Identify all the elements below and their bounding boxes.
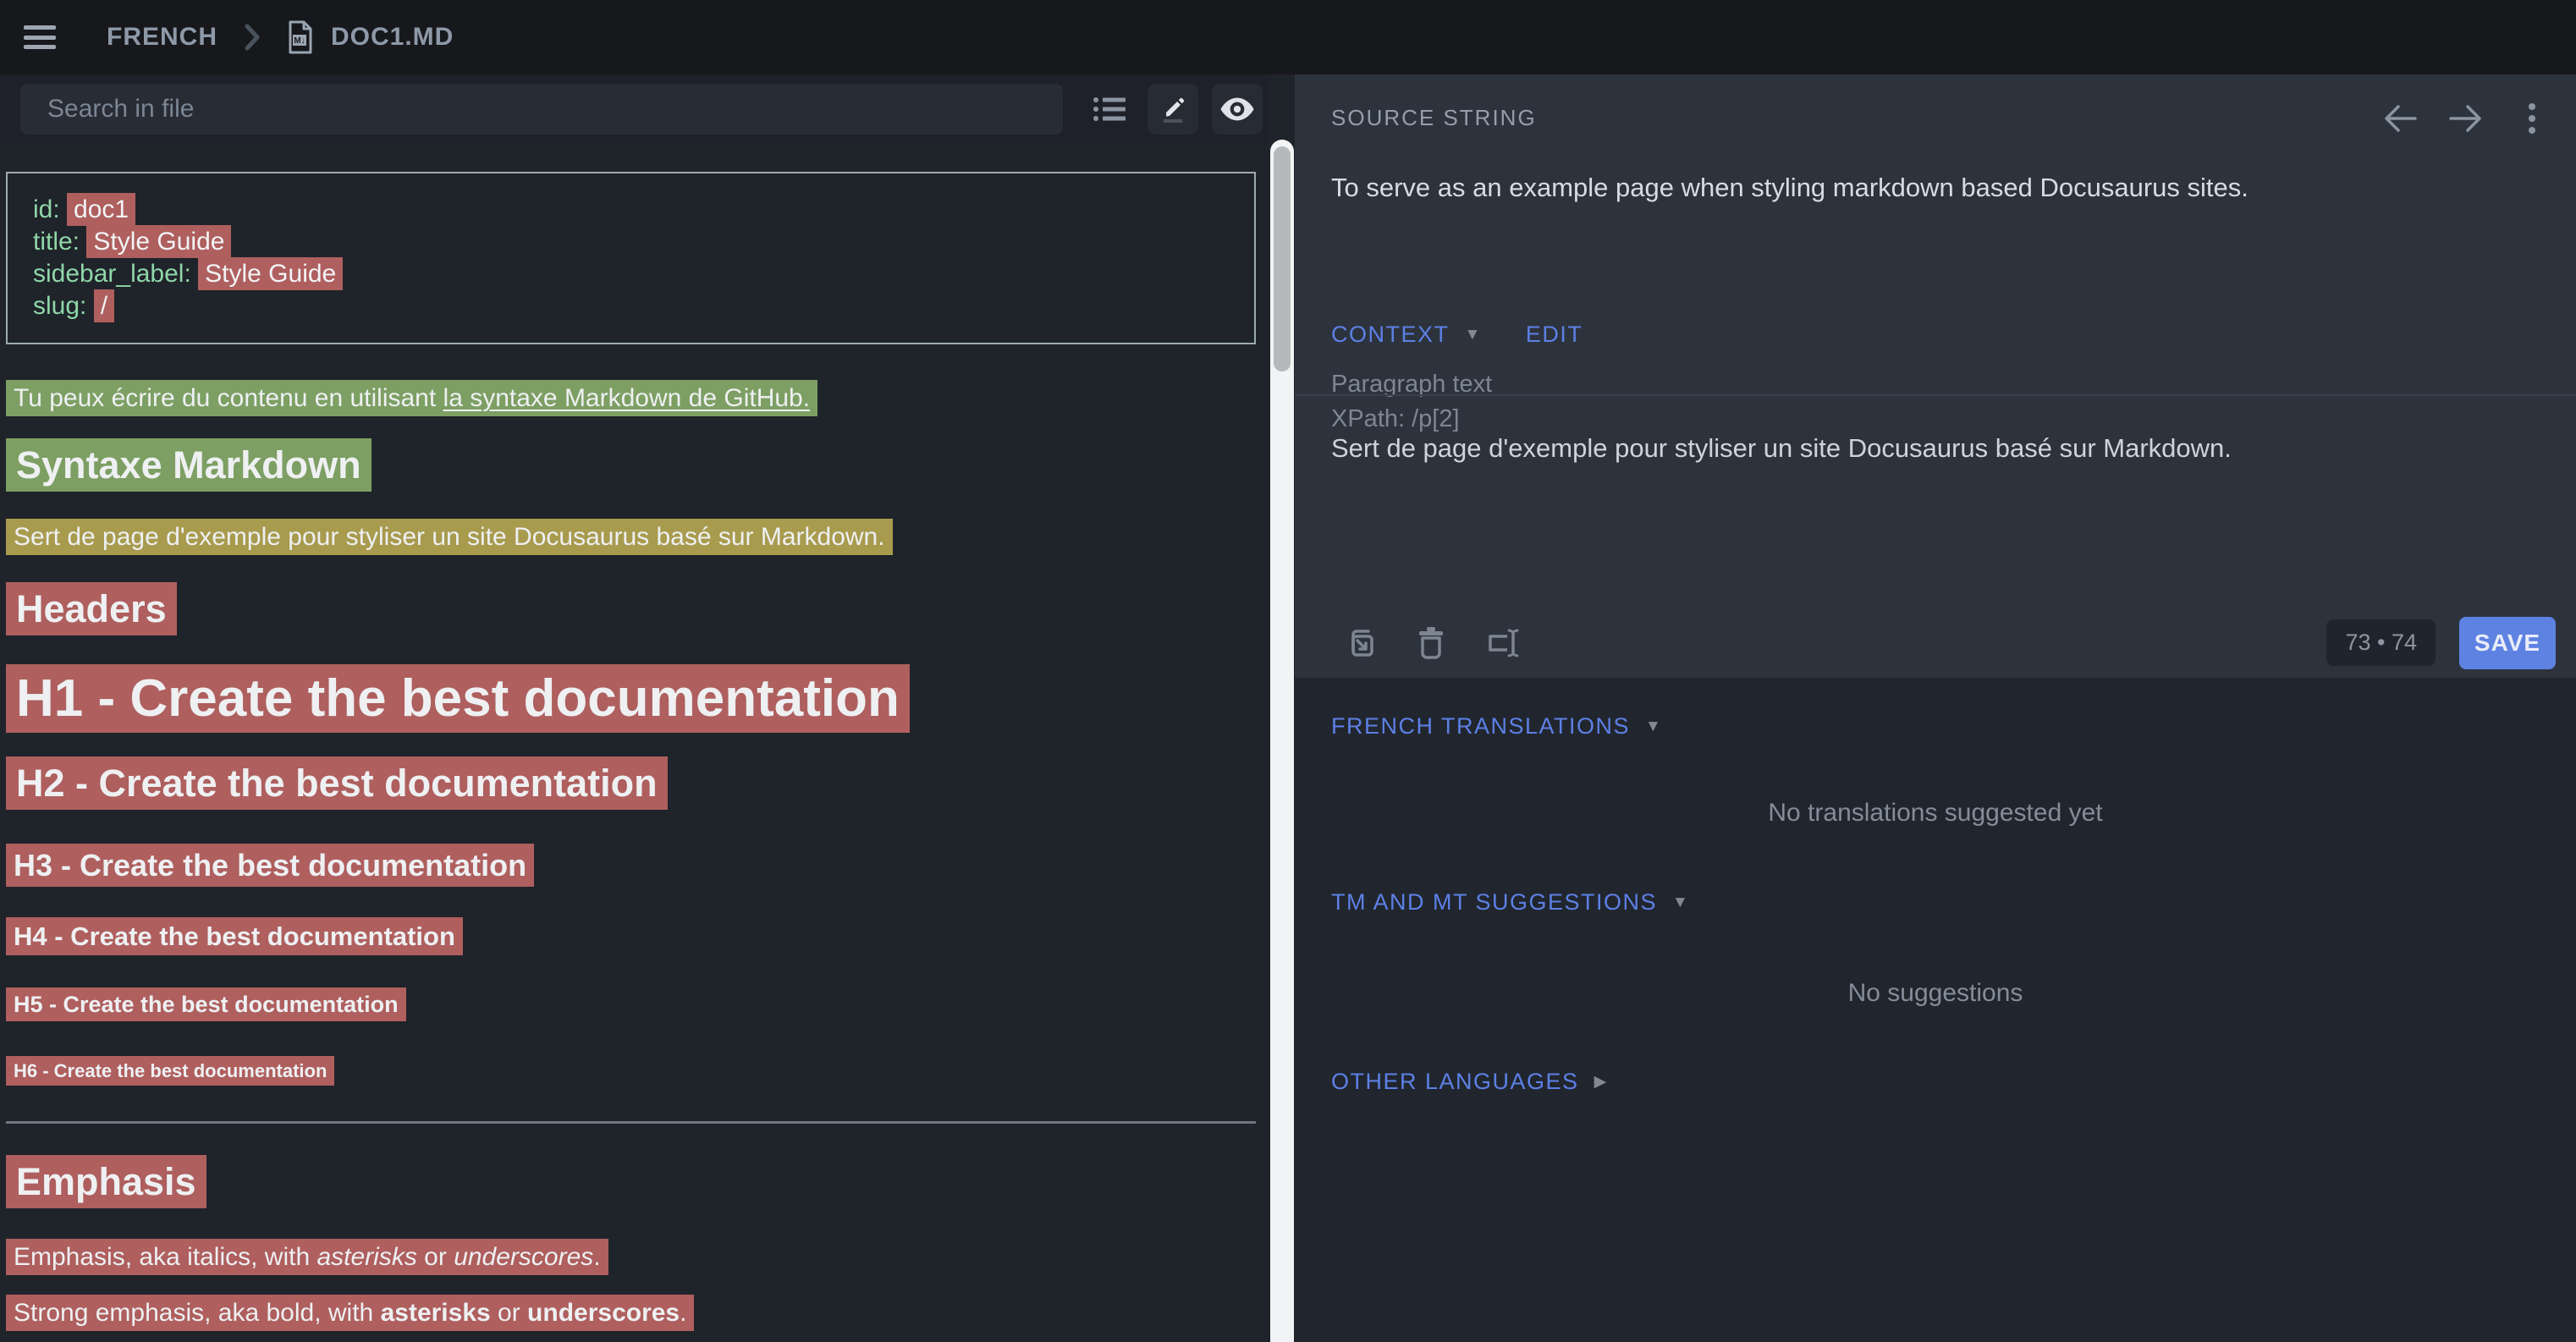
breadcrumb-project[interactable]: FRENCH bbox=[107, 23, 217, 52]
paragraph-string: Tu peux écrire du contenu en utilisant l… bbox=[6, 383, 1256, 414]
frontmatter-value-string[interactable]: Style Guide bbox=[86, 225, 231, 258]
frontmatter-value-string[interactable]: Style Guide bbox=[198, 257, 343, 290]
frontmatter-row: title: Style Guide bbox=[33, 226, 1254, 258]
pencil-icon bbox=[1157, 93, 1189, 125]
kebab-menu-icon bbox=[2528, 102, 2536, 135]
edit-mode-button[interactable] bbox=[1148, 84, 1198, 135]
paragraph-string: Strong emphasis, aka bold, with asterisk… bbox=[6, 1298, 1256, 1328]
document-scrollbar-thumb[interactable] bbox=[1274, 146, 1291, 371]
heading-h2-sample: H2 - Create the best documentation bbox=[6, 761, 1256, 806]
heading-h3-sample: H3 - Create the best documentation bbox=[6, 847, 1256, 883]
document-panel: id: doc1 title: Style Guide sidebar_labe… bbox=[0, 74, 1269, 1342]
text-cursor-icon bbox=[1485, 626, 1522, 660]
breadcrumb-file: DOC1.MD bbox=[331, 23, 454, 52]
frontmatter-value-string[interactable]: / bbox=[94, 289, 114, 322]
editor-toolbar: 73 • 74 SAVE bbox=[1295, 608, 2576, 678]
translatable-string[interactable]: Emphasis bbox=[6, 1155, 206, 1208]
search-input[interactable] bbox=[20, 84, 1063, 135]
previous-string-button[interactable] bbox=[2378, 96, 2422, 140]
github-markdown-link[interactable]: la syntaxe Markdown de GitHub. bbox=[443, 384, 811, 412]
translation-panel: SOURCE STRING To serve as an example pag… bbox=[1295, 74, 2576, 1342]
copy-source-button[interactable] bbox=[1343, 626, 1377, 660]
heading-syntaxe-markdown: Syntaxe Markdown bbox=[6, 443, 1256, 488]
context-info: Paragraph text XPath: /p[2] bbox=[1331, 367, 1492, 437]
translatable-string[interactable]: H2 - Create the best documentation bbox=[6, 756, 668, 810]
svg-text:M↓: M↓ bbox=[294, 36, 305, 46]
document-scrollbar-track[interactable] bbox=[1270, 140, 1294, 1342]
source-string-label: SOURCE STRING bbox=[1331, 105, 1537, 131]
selected-paragraph-string: Sert de page d'exemple pour styliser un … bbox=[6, 522, 1256, 553]
translatable-string[interactable]: H3 - Create the best documentation bbox=[6, 844, 534, 887]
frontmatter-row: id: doc1 bbox=[33, 194, 1254, 226]
insert-placeholder-button[interactable] bbox=[1485, 626, 1522, 660]
copy-source-icon bbox=[1343, 626, 1377, 660]
next-string-button[interactable] bbox=[2444, 96, 2488, 140]
top-bar: FRENCH M↓ DOC1.MD bbox=[0, 0, 2576, 74]
context-type: Paragraph text bbox=[1331, 367, 1492, 402]
search-toolbar bbox=[0, 74, 1269, 144]
arrow-left-icon bbox=[2381, 102, 2419, 135]
delete-translation-button[interactable] bbox=[1416, 626, 1446, 660]
translatable-string[interactable]: Headers bbox=[6, 582, 177, 635]
frontmatter-key: slug: bbox=[33, 292, 86, 320]
markdown-file-icon: M↓ bbox=[287, 20, 314, 54]
hamburger-menu-icon[interactable] bbox=[24, 25, 56, 49]
eye-icon bbox=[1220, 96, 1254, 122]
frontmatter-value-string[interactable]: doc1 bbox=[67, 193, 135, 226]
section-french-translations[interactable]: FRENCH TRANSLATIONS ▼ bbox=[1331, 713, 1662, 740]
translatable-string[interactable]: Syntaxe Markdown bbox=[6, 438, 372, 492]
translatable-string[interactable]: H5 - Create the best documentation bbox=[6, 987, 406, 1021]
translatable-string[interactable]: H4 - Create the best documentation bbox=[6, 917, 463, 955]
string-editor-card: SOURCE STRING To serve as an example pag… bbox=[1295, 74, 2576, 678]
markdown-document: id: doc1 title: Style Guide sidebar_labe… bbox=[0, 144, 1269, 1342]
selected-string-highlight[interactable]: Sert de page d'exemple pour styliser un … bbox=[6, 519, 893, 555]
paragraph-string: Emphasis, aka italics, with asterisks or… bbox=[6, 1242, 1256, 1273]
translatable-string[interactable]: H6 - Create the best documentation bbox=[6, 1056, 334, 1086]
edit-context-button[interactable]: EDIT bbox=[1526, 322, 1583, 348]
save-button[interactable]: SAVE bbox=[2459, 617, 2556, 669]
horizontal-rule bbox=[6, 1121, 1256, 1124]
more-options-button[interactable] bbox=[2510, 96, 2554, 140]
translation-input[interactable]: Sert de page d'exemple pour styliser un … bbox=[1331, 433, 2540, 586]
source-string-text: To serve as an example page when styling… bbox=[1331, 173, 2540, 203]
context-xpath: XPath: /p[2] bbox=[1331, 402, 1492, 437]
frontmatter-key: id: bbox=[33, 195, 60, 223]
section-tm-mt-suggestions[interactable]: TM AND MT SUGGESTIONS ▼ bbox=[1331, 889, 1689, 916]
string-navigation bbox=[2378, 96, 2554, 140]
heading-h5-sample: H5 - Create the best documentation bbox=[6, 991, 1256, 1018]
frontmatter-key: title: bbox=[33, 228, 80, 256]
heading-h6-sample: H6 - Create the best documentation bbox=[6, 1060, 1256, 1082]
frontmatter-row: sidebar_label: Style Guide bbox=[33, 258, 1254, 290]
heading-h4-sample: H4 - Create the best documentation bbox=[6, 921, 1256, 952]
list-icon bbox=[1093, 96, 1126, 123]
translatable-string[interactable]: H1 - Create the best documentation bbox=[6, 664, 910, 733]
translatable-string[interactable]: Emphasis, aka italics, with asterisks or… bbox=[6, 1239, 608, 1275]
frontmatter-block: id: doc1 title: Style Guide sidebar_labe… bbox=[6, 172, 1256, 344]
heading-emphasis: Emphasis bbox=[6, 1159, 1256, 1205]
chevron-right-icon bbox=[243, 23, 261, 52]
list-view-button[interactable] bbox=[1085, 85, 1134, 134]
chevron-down-icon: ▼ bbox=[1645, 718, 1662, 736]
suggestions-area: FRENCH TRANSLATIONS ▼ No translations su… bbox=[1295, 678, 2576, 1342]
section-other-languages[interactable]: OTHER LANGUAGES ▶ bbox=[1331, 1069, 1608, 1095]
chevron-right-icon: ▶ bbox=[1594, 1072, 1608, 1092]
preview-mode-button[interactable] bbox=[1212, 84, 1263, 135]
frontmatter-key: sidebar_label: bbox=[33, 260, 191, 288]
frontmatter-row: slug: / bbox=[33, 290, 1254, 322]
translatable-string[interactable]: Tu peux écrire du contenu en utilisant l… bbox=[6, 380, 817, 416]
heading-headers: Headers bbox=[6, 586, 1256, 632]
chevron-down-icon: ▼ bbox=[1672, 894, 1689, 912]
heading-h1-sample: H1 - Create the best documentation bbox=[6, 668, 1256, 730]
context-toggle[interactable]: CONTEXT ▼ bbox=[1331, 322, 1482, 348]
editor-divider bbox=[1295, 394, 2576, 396]
trash-icon bbox=[1416, 626, 1446, 660]
chevron-down-icon: ▼ bbox=[1465, 326, 1482, 344]
arrow-right-icon bbox=[2447, 102, 2485, 135]
translatable-string[interactable]: Strong emphasis, aka bold, with asterisk… bbox=[6, 1295, 694, 1331]
tm-empty-state: No suggestions bbox=[1295, 979, 2576, 1008]
translations-empty-state: No translations suggested yet bbox=[1295, 799, 2576, 828]
context-row: CONTEXT ▼ EDIT bbox=[1331, 322, 1582, 348]
char-counter-badge: 73 • 74 bbox=[2326, 619, 2436, 666]
